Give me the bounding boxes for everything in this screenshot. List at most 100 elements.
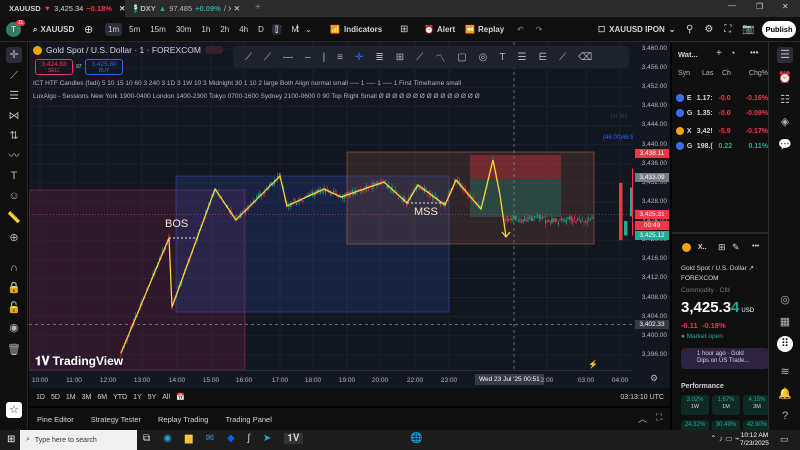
watchlist-row[interactable]: E 1.17: -0.0 -0.16% [676,91,768,105]
crosshair-icon[interactable]: ✛ [355,52,363,63]
lock-icon[interactable]: 🔓 [6,300,22,316]
object-tree-icon[interactable]: ☷ [777,92,793,108]
emoji-icon[interactable]: ☺ [6,188,22,204]
magnet-icon[interactable]: ∩ [6,260,22,276]
price-axis[interactable]: 3,460.00 3,456.00 3,452.00 3,448.00 3,444.00… [633,42,670,388]
watchlist-title[interactable]: Wat... [678,50,698,59]
edge-icon[interactable]: ◉ [163,433,172,444]
sell-button[interactable]: 3,424.83 SELL [35,59,73,75]
timeframe-4h[interactable]: 4h [236,23,251,36]
measure-icon[interactable]: ⟋ [559,52,566,63]
fib-channel-icon[interactable]: ≣ [375,52,383,63]
text-icon[interactable]: T [6,168,22,184]
window-close-icon[interactable]: ✕ [782,2,789,11]
layout-name-button[interactable]: ☐ XAUUSD IPON ⌄ [598,17,675,42]
broadcast-icon[interactable]: ≋ [777,364,793,380]
undo-icon[interactable]: ↶ [517,25,524,34]
eraser-icon[interactable]: ⌫ [578,52,592,63]
vertical-line-icon[interactable]: | [323,52,326,63]
watchlist-row[interactable]: X 3,42! -5.9 -0.17% [676,124,768,138]
mail-icon[interactable]: ✉ [206,433,214,444]
fullscreen-icon[interactable]: ⛶ [724,24,731,35]
fib-fan-icon[interactable]: ⋿ [538,52,547,63]
watchlist-icon[interactable]: ☰ [777,47,793,63]
extended-line-icon[interactable]: ⟋ [264,52,271,63]
bell-icon[interactable]: 🔔 [777,386,793,402]
collapse-panel-icon[interactable]: ︿ [638,412,647,425]
trash-icon[interactable]: 🗑 [6,342,22,358]
edit-icon[interactable]: ✎ [732,242,740,253]
performance-cell[interactable]: 3.02% 1W [681,395,709,415]
telegram-icon[interactable]: ➤ [263,433,271,444]
taskbar-clock[interactable]: 10:12 AM 7/23/2025 [740,432,769,448]
line-chart-icon[interactable]: ⌇ [295,24,300,35]
timeframe-1h[interactable]: 1h [198,23,213,36]
layouts-icon[interactable]: ⊞ [400,17,408,42]
window-maximize-icon[interactable]: ❐ [756,2,763,11]
panel-divider[interactable] [672,232,768,234]
watchlist-row[interactable]: G 198.(0.22 0.11% [676,139,768,153]
window-minimize-icon[interactable]: — [728,1,736,10]
timeframe-30m[interactable]: 30m [173,23,195,36]
goto-date-icon[interactable]: 📅 [176,393,185,401]
timeframe-5m[interactable]: 5m [126,23,143,36]
eye-icon[interactable]: ◉ [6,320,22,336]
tab-xauusd[interactable]: XAUUSD ▼ 3,425.34 −0.18% ✕ [0,0,125,17]
publish-button[interactable]: Publish [762,21,796,38]
path-icon[interactable]: 〽 [435,50,445,65]
circle-icon[interactable]: ◎ [479,52,488,63]
favorites-star-icon[interactable]: ☆ [6,402,22,418]
quick-search-icon[interactable]: ⚲ [686,24,693,35]
add-symbol-icon[interactable]: + [716,48,722,59]
bottom-tab-pine-editor[interactable]: Pine Editor [37,415,74,424]
horizontal-ray-icon[interactable]: — [283,52,293,63]
time-axis[interactable]: Wed 23 Jul '25 00:51 10:00 11:00 12:00 13:0… [29,370,633,388]
more-icon[interactable]: ••• [750,48,758,57]
alert-button[interactable]: ⏰ Alert [424,17,455,42]
lock-drawings-icon[interactable]: 🔒 [6,280,22,296]
bottom-tab-trading-panel[interactable]: Trading Panel [225,415,271,424]
app-icon[interactable]: ʃ [248,433,250,444]
crosshair-icon[interactable]: ✛ [6,47,22,63]
bottom-tab-replay-trading[interactable]: Replay Trading [158,415,208,424]
indicator-legend-sessions[interactable]: LuxAlgo - Sessions New York 1900-0400 Lo… [33,93,480,100]
timeframe-D[interactable]: D [255,23,267,36]
ruler-icon[interactable]: 📏 [6,210,22,226]
utc-clock[interactable]: 03:13:10 UTC [620,394,670,401]
more-icon[interactable]: ••• [752,243,759,250]
settings-icon[interactable]: ⚙ [704,24,713,35]
file-explorer-icon[interactable]: ▆ [185,433,193,444]
range-3M[interactable]: 3M [82,394,92,401]
close-icon[interactable]: ✕ [119,4,125,13]
help-icon[interactable]: ? [777,408,793,424]
range-All[interactable]: All [162,394,170,401]
symbol-search[interactable]: ⌕ XAUUSD [33,17,74,42]
avatar[interactable]: T 11 [6,17,26,42]
layers-icon[interactable]: ◈ [777,114,793,130]
alarm-clock-icon[interactable]: ⏰ [777,70,793,86]
pie-chart-icon[interactable]: ◔ [730,48,735,58]
weather-icon[interactable]: 🌐 [410,433,422,444]
grid-icon[interactable]: ⊞ [718,242,726,253]
fib-icon[interactable]: ☰ [6,88,22,104]
camera-icon[interactable]: 📷 [742,24,754,35]
buy-button[interactable]: 3,425.80 BUY [85,59,123,75]
projection-icon[interactable]: ⇅ [6,128,22,144]
tradingview-app-icon[interactable]: 𝟏𝐕 [284,433,303,444]
timeframe-1m[interactable]: 1m [105,23,123,36]
rectangle-icon[interactable]: ▢ [457,52,466,63]
brush-icon[interactable]: 〰 [6,148,22,164]
pen-line-icon[interactable]: ⟋ [416,52,423,63]
notifications-icon[interactable]: ▭ [780,434,789,445]
calendar-icon[interactable]: ▦ [777,314,793,330]
detail-name[interactable]: Gold Spot / U.S. Dollar ↗ · [681,264,758,272]
axis-settings-icon[interactable]: ⚙ [650,373,658,384]
lines-icon[interactable]: ☰ [517,52,526,63]
task-view-icon[interactable]: ⧉ [143,433,150,444]
performance-cell[interactable]: 1.67% 1M [712,395,740,415]
range-1M[interactable]: 1M [66,394,76,401]
zoom-in-icon[interactable]: ⊕ [6,230,22,246]
apps-icon[interactable]: ⠿ [777,336,793,352]
horizontal-line-icon[interactable]: – [305,52,311,63]
redo-icon[interactable]: ↷ [536,25,543,34]
